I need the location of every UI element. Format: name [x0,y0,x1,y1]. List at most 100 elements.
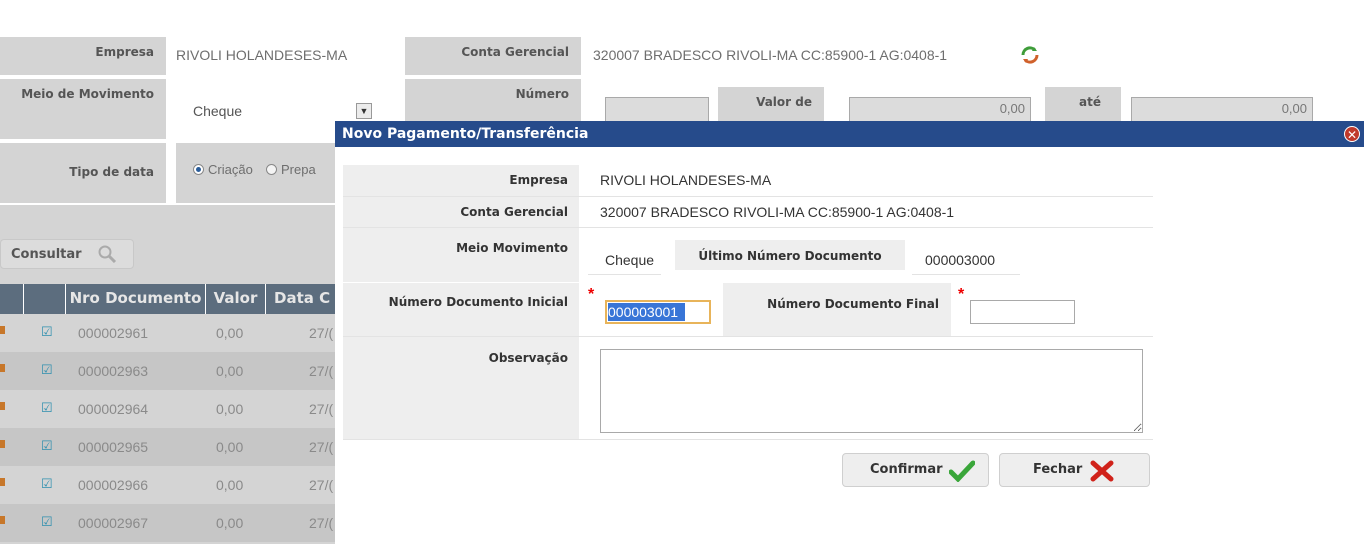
nro-documento-cell: 000002967 [78,515,149,531]
grid-header-valor[interactable]: Valor [206,284,266,314]
table-row[interactable]: ☑ 000002963 0,00 27/( [0,352,340,390]
tipo-data-label-text: Tipo de data [69,165,154,179]
divider [588,274,661,275]
required-marker: * [588,286,595,303]
nro-documento-cell: 000002966 [78,477,149,493]
cancel-document-icon[interactable]: ☑ [41,476,53,492]
valor-cell: 0,00 [216,477,244,493]
table-row[interactable]: ☑ 000002966 0,00 27/( [0,466,340,504]
radio-criacao[interactable] [193,164,204,175]
grid-header-action-col [24,284,66,314]
table-row[interactable]: ☑ 000002961 0,00 27/( [0,314,340,352]
empresa-label-text: Empresa [95,45,154,59]
dialog-title: Novo Pagamento/Transferência [342,126,589,142]
nro-documento-cell: 000002961 [78,325,149,341]
edit-icon[interactable] [0,440,5,448]
dialog-row-empresa: Empresa RIVOLI HOLANDESES-MA [343,165,1153,197]
nro-documento-cell: 000002963 [78,363,149,379]
edit-icon[interactable] [0,402,5,410]
dialog-inicial-label: Número Documento Inicial [343,283,579,336]
numero-documento-inicial-text: 000003001 [608,304,679,320]
numero-label-text: Número [515,87,569,101]
observacao-textarea[interactable] [600,349,1143,433]
confirmar-label: Confirmar [870,462,943,477]
valor-cell: 0,00 [216,363,244,379]
valor-de-label-text: Valor de [756,95,812,109]
x-icon [1090,460,1114,487]
dropdown-arrow-icon[interactable]: ▼ [356,103,372,119]
valor-cell: 0,00 [216,325,244,341]
valor-de-label: Valor de [718,87,824,125]
nro-documento-cell: 000002965 [78,439,149,455]
cancel-document-icon[interactable]: ☑ [41,514,53,530]
edit-icon[interactable] [0,326,5,334]
data-cell: 27/( [309,477,334,493]
dialog-title-bar[interactable]: Novo Pagamento/Transferência ✕ [335,121,1364,147]
dialog-empresa-value: RIVOLI HOLANDESES-MA [600,172,772,188]
data-cell: 27/( [309,515,334,531]
dialog-observacao-label: Observação [343,337,579,439]
dialog-conta-value: 320007 BRADESCO RIVOLI-MA CC:85900-1 AG:… [600,204,955,220]
grid-header-nro-documento[interactable]: Nro Documento [66,284,206,314]
meio-movimento-value: Cheque [193,103,243,119]
dialog-final-label: Número Documento Final [723,283,951,336]
check-icon [948,460,976,487]
cancel-document-icon[interactable]: ☑ [41,362,53,378]
fechar-label: Fechar [1033,462,1083,477]
numero-documento-final-input[interactable] [970,300,1075,324]
radio-preparacao-label: Prepa [281,162,316,177]
tipo-data-label: Tipo de data [0,143,166,203]
dialog-meio-value: Cheque [605,252,655,268]
consultar-label: Consultar [11,247,82,262]
dialog-ultimo-value: 000003000 [925,252,996,268]
valor-cell: 0,00 [216,439,244,455]
search-icon [97,245,117,268]
data-cell: 27/( [309,363,334,379]
edit-icon[interactable] [0,516,5,524]
numero-input[interactable] [605,97,709,122]
dialog-ultimo-label: Último Número Documento [675,240,905,270]
cancel-document-icon[interactable]: ☑ [41,324,53,340]
dialog-empresa-label: Empresa [343,165,579,196]
data-cell: 27/( [309,325,334,341]
ate-label: até [1045,87,1121,125]
valor-de-input[interactable]: 0,00 [849,97,1031,122]
data-cell: 27/( [309,439,334,455]
refresh-icon[interactable] [1019,44,1041,66]
table-row[interactable]: ☑ 000002965 0,00 27/( [0,428,340,466]
fechar-button[interactable]: Fechar [999,453,1150,487]
dialog-meio-label: Meio Movimento [343,228,579,282]
divider [912,274,1020,275]
meio-movimento-label-text: Meio de Movimento [21,87,154,101]
conta-gerencial-label-text: Conta Gerencial [461,45,569,59]
dialog-row-observacao: Observação [343,337,1153,440]
consultar-button[interactable]: Consultar [0,239,134,269]
valor-cell: 0,00 [216,401,244,417]
nro-documento-cell: 000002964 [78,401,149,417]
dialog-row-conta: Conta Gerencial 320007 BRADESCO RIVOLI-M… [343,197,1153,228]
conta-gerencial-value: 320007 BRADESCO RIVOLI-MA CC:85900-1 AG:… [593,47,948,63]
novo-pagamento-dialog: Novo Pagamento/Transferência ✕ Empresa R… [335,121,1364,544]
cancel-document-icon[interactable]: ☑ [41,438,53,454]
close-icon[interactable]: ✕ [1344,126,1360,142]
table-row[interactable]: ☑ 000002967 0,00 27/( [0,504,340,542]
empresa-value: RIVOLI HOLANDESES-MA [176,47,348,63]
table-row[interactable]: ☑ 000002964 0,00 27/( [0,390,340,428]
edit-icon[interactable] [0,364,5,372]
ate-label-text: até [1079,95,1101,109]
radio-criacao-label: Criação [208,162,253,177]
confirmar-button[interactable]: Confirmar [842,453,989,487]
grid-header-data[interactable]: Data C [266,284,340,314]
ate-input[interactable]: 0,00 [1131,97,1313,122]
edit-icon[interactable] [0,478,5,486]
dialog-conta-label: Conta Gerencial [343,197,579,227]
dialog-row-meio: Meio Movimento Cheque Último Número Docu… [343,228,1153,282]
conta-gerencial-label: Conta Gerencial [405,37,581,75]
dialog-row-numeros: Número Documento Inicial * 000003001 Núm… [343,283,1153,337]
cancel-document-icon[interactable]: ☑ [41,400,53,416]
radio-preparacao[interactable] [266,164,277,175]
valor-cell: 0,00 [216,515,244,531]
grid-header-icon-col [0,284,24,314]
data-cell: 27/( [309,401,334,417]
meio-movimento-label: Meio de Movimento [0,79,166,139]
